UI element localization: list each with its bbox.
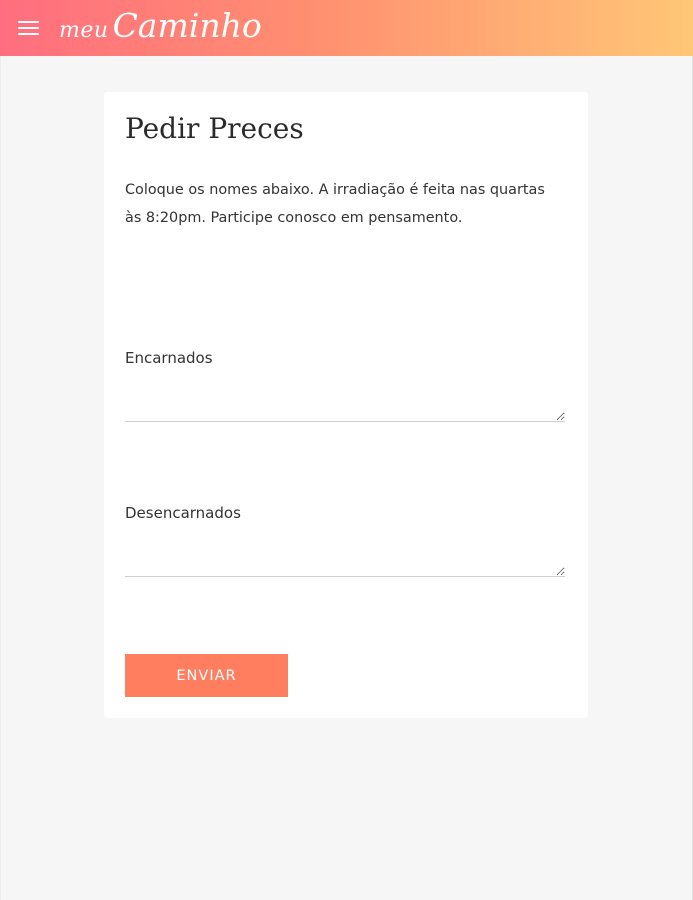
brand-name: Caminho xyxy=(112,6,262,45)
encarnados-textarea[interactable] xyxy=(125,386,565,422)
form-description: Coloque os nomes abaixo. A irradiação é … xyxy=(125,182,545,226)
menu-icon[interactable] xyxy=(14,16,44,40)
brand-prefix: meu xyxy=(59,18,109,43)
app-logo: meu Caminho xyxy=(59,6,262,45)
app-bar: meu Caminho xyxy=(0,0,693,56)
page-title: Pedir Preces xyxy=(125,112,304,145)
encarnados-label: Encarnados xyxy=(125,349,213,367)
prayer-request-card: Pedir Preces Coloque os nomes abaixo. A … xyxy=(104,92,588,718)
desencarnados-label: Desencarnados xyxy=(125,504,241,522)
desencarnados-textarea[interactable] xyxy=(125,541,565,577)
submit-button[interactable]: ENVIAR xyxy=(125,654,288,697)
left-edge-divider xyxy=(0,56,1,900)
